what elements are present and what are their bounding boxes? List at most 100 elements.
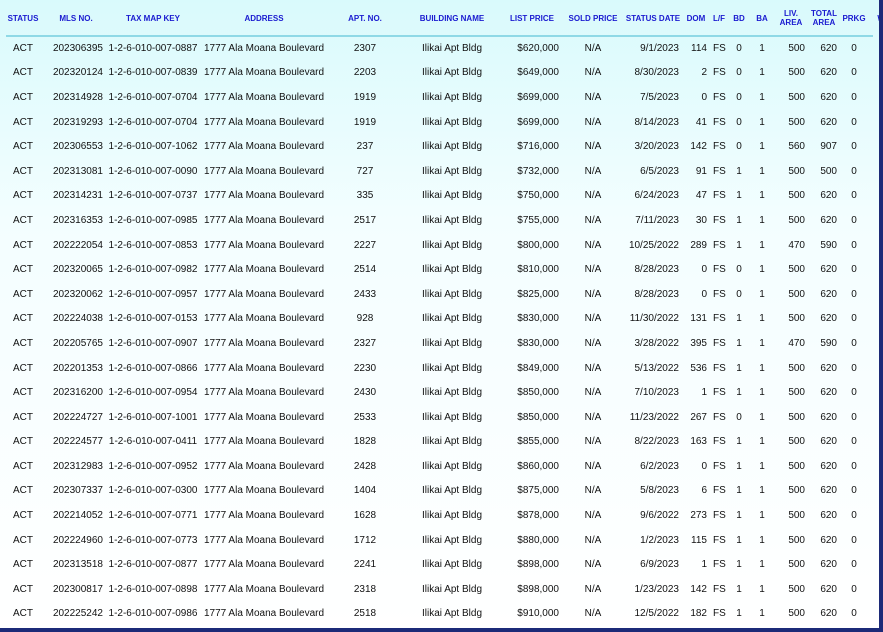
table-row[interactable]: ACT 202313081 1-2-6-010-007-0090 1777 Ala M… — [0, 159, 879, 184]
column-header-dom: DOM — [686, 13, 706, 23]
cell-prkg: 0 — [851, 510, 857, 522]
cell-total-area: 620 — [820, 313, 837, 325]
cell-liv-area: 500 — [788, 362, 805, 374]
cell-status: ACT — [13, 583, 33, 595]
table-row[interactable]: ACT 202205765 1-2-6-010-007-0907 1777 Ala M… — [0, 331, 879, 356]
cell-mls-no: 202316200 — [52, 387, 103, 399]
cell-dom: 6 — [701, 485, 707, 497]
cell-sold-price: N/A — [584, 239, 602, 251]
table-row[interactable]: ACT 202201353 1-2-6-010-007-0866 1777 Ala M… — [0, 356, 879, 381]
cell-address: 1777 Ala Moana Boulevard — [203, 42, 325, 54]
cell-wd: N — [868, 134, 879, 159]
cell-building-name: Ilikai Apt Bldg — [421, 583, 483, 595]
cell-liv-area: 500 — [788, 411, 805, 423]
cell-total-area: 620 — [820, 264, 837, 276]
cell-wd: N — [868, 61, 879, 86]
cell-sold-price: N/A — [584, 288, 602, 300]
cell-sold-price: N/A — [584, 485, 602, 497]
table-row[interactable]: ACT 202224577 1-2-6-010-007-0411 1777 Ala M… — [0, 430, 879, 455]
table-row[interactable]: ACT 202316353 1-2-6-010-007-0985 1777 Ala M… — [0, 208, 879, 233]
table-row[interactable]: ACT 202307337 1-2-6-010-007-0300 1777 Ala M… — [0, 479, 879, 504]
column-header-address: ADDRESS — [244, 13, 284, 23]
column-header-apt-no: APT. NO. — [348, 13, 382, 23]
table-row[interactable]: ACT 202224038 1-2-6-010-007-0153 1777 Ala M… — [0, 307, 879, 332]
cell-prkg: 0 — [851, 608, 857, 620]
cell-address: 1777 Ala Moana Boulevard — [203, 91, 325, 103]
cell-apt-no: 1712 — [353, 534, 377, 546]
cell-wd: N — [868, 430, 879, 455]
cell-bd: 1 — [736, 190, 742, 202]
cell-status: ACT — [13, 337, 33, 349]
cell-liv-area: 500 — [788, 214, 805, 226]
table-row[interactable]: ACT 202319293 1-2-6-010-007-0704 1777 Ala M… — [0, 110, 879, 135]
cell-status: ACT — [13, 460, 33, 472]
cell-prkg: 0 — [851, 288, 857, 300]
table-row[interactable]: ACT 202224727 1-2-6-010-007-1001 1777 Ala M… — [0, 405, 879, 430]
cell-apt-no: 2241 — [353, 559, 377, 571]
cell-status: ACT — [13, 362, 33, 374]
cell-address: 1777 Ala Moana Boulevard — [203, 362, 325, 374]
cell-bd: 1 — [736, 559, 742, 571]
cell-bd: 1 — [736, 337, 742, 349]
cell-total-area: 620 — [820, 362, 837, 374]
cell-dom: 2 — [701, 67, 707, 79]
table-row[interactable]: ACT 202313518 1-2-6-010-007-0877 1777 Ala M… — [0, 552, 879, 577]
cell-wd: N — [868, 528, 879, 553]
cell-total-area: 620 — [820, 67, 837, 79]
cell-status-date: 11/23/2022 — [629, 411, 679, 423]
table-row[interactable]: ACT 202316200 1-2-6-010-007-0954 1777 Ala M… — [0, 380, 879, 405]
cell-ba: 1 — [759, 460, 765, 472]
column-header-ba: BA — [756, 13, 768, 23]
cell-tax-map-key: 1-2-6-010-007-0090 — [108, 165, 198, 177]
cell-apt-no: 2318 — [353, 583, 377, 595]
cell-dom: 0 — [701, 288, 707, 300]
cell-dom: 91 — [695, 165, 707, 177]
column-header-mls-no: MLS NO. — [59, 13, 93, 23]
table-row[interactable]: ACT 202225242 1-2-6-010-007-0986 1777 Ala M… — [0, 602, 879, 627]
cell-address: 1777 Ala Moana Boulevard — [203, 534, 325, 546]
cell-status-date: 6/24/2023 — [634, 190, 680, 202]
table-row[interactable]: ACT 202306395 1-2-6-010-007-0887 1777 Ala M… — [0, 36, 879, 61]
cell-status: ACT — [13, 91, 33, 103]
table-row[interactable]: ACT 202300817 1-2-6-010-007-0898 1777 Ala M… — [0, 577, 879, 602]
cell-lf: FS — [713, 583, 726, 595]
cell-list-price: $830,000 — [517, 313, 559, 325]
cell-wd: N — [868, 208, 879, 233]
cell-sold-price: N/A — [584, 510, 602, 522]
cell-mls-no: 202320124 — [52, 67, 103, 79]
table-row[interactable]: ACT 202312983 1-2-6-010-007-0952 1777 Ala M… — [0, 454, 879, 479]
cell-status: ACT — [13, 436, 33, 448]
cell-sold-price: N/A — [584, 436, 602, 448]
table-row[interactable]: ACT 202320065 1-2-6-010-007-0982 1777 Ala M… — [0, 257, 879, 282]
column-header-status: STATUS — [7, 13, 39, 23]
cell-list-price: $855,000 — [517, 436, 559, 448]
cell-dom: 1 — [701, 559, 707, 571]
table-row[interactable]: ACT 202214052 1-2-6-010-007-0771 1777 Ala M… — [0, 503, 879, 528]
cell-wd: N — [868, 110, 879, 135]
cell-sold-price: N/A — [584, 534, 602, 546]
cell-sold-price: N/A — [584, 190, 602, 202]
table-row[interactable]: ACT 202320124 1-2-6-010-007-0839 1777 Ala M… — [0, 61, 879, 86]
table-row[interactable]: ACT 202314928 1-2-6-010-007-0704 1777 Ala M… — [0, 85, 879, 110]
cell-ba: 1 — [759, 559, 765, 571]
cell-prkg: 0 — [851, 67, 857, 79]
cell-bd: 1 — [736, 362, 742, 374]
cell-building-name: Ilikai Apt Bldg — [421, 387, 483, 399]
table-row[interactable]: ACT 202320062 1-2-6-010-007-0957 1777 Ala M… — [0, 282, 879, 307]
cell-list-price: $850,000 — [517, 411, 559, 423]
cell-mls-no: 202224038 — [52, 313, 103, 325]
cell-tax-map-key: 1-2-6-010-007-0737 — [108, 190, 198, 202]
cell-ba: 1 — [759, 190, 765, 202]
cell-status-date: 8/22/2023 — [634, 436, 680, 448]
cell-list-price: $849,000 — [517, 362, 559, 374]
cell-address: 1777 Ala Moana Boulevard — [203, 288, 325, 300]
table-row[interactable]: ACT 202224960 1-2-6-010-007-0773 1777 Ala M… — [0, 528, 879, 553]
cell-mls-no: 202201353 — [52, 362, 103, 374]
cell-total-area: 590 — [820, 239, 837, 251]
table-row[interactable]: ACT 202222054 1-2-6-010-007-0853 1777 Ala M… — [0, 233, 879, 258]
table-row[interactable]: ACT 202314231 1-2-6-010-007-0737 1777 Ala M… — [0, 184, 879, 209]
cell-mls-no: 202314928 — [52, 91, 103, 103]
table-row[interactable]: ACT 202306553 1-2-6-010-007-1062 1777 Ala M… — [0, 134, 879, 159]
cell-bd: 1 — [736, 436, 742, 448]
cell-dom: 267 — [690, 411, 707, 423]
